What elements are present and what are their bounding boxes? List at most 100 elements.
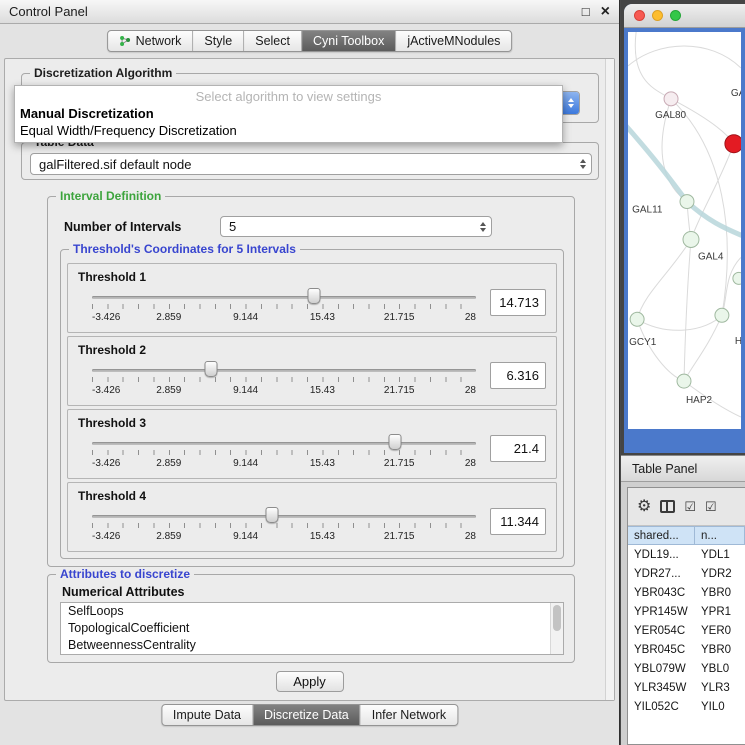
table-row[interactable]: YBR043CYBR0 xyxy=(628,583,745,602)
table-data-group: Table Data galFiltered.sif default node xyxy=(21,142,599,180)
threshold-value-field[interactable]: 14.713 xyxy=(490,289,546,316)
network-canvas[interactable]: GAL80 GA GAL11 GAL4 GCY1 HAP2 H xyxy=(628,32,741,429)
table-cell[interactable]: YBR0 xyxy=(695,587,745,599)
column-header-name[interactable]: n... xyxy=(695,526,745,545)
table-cell[interactable]: YDR27... xyxy=(628,568,695,580)
combo-stepper-icon[interactable] xyxy=(474,217,491,236)
cyni-toolbox-panel: Discretization Algorithm Select algorith… xyxy=(4,58,615,701)
close-icon[interactable]: × xyxy=(601,4,610,20)
slider-thumb[interactable] xyxy=(389,434,402,450)
table-cell[interactable]: YDR2 xyxy=(695,568,745,580)
list-item[interactable]: BetweennessCentrality xyxy=(61,637,563,654)
minimize-traffic-light-icon[interactable] xyxy=(652,10,663,21)
table-cell[interactable]: YBR045C xyxy=(628,644,695,656)
table-row[interactable]: YER054CYER0 xyxy=(628,621,745,640)
tab-style[interactable]: Style xyxy=(192,31,243,51)
tab-select[interactable]: Select xyxy=(243,31,301,51)
dropdown-option-equal-width-frequency[interactable]: Equal Width/Frequency Discretization xyxy=(15,122,562,139)
combo-stepper-icon[interactable] xyxy=(562,92,579,114)
list-scrollbar[interactable] xyxy=(550,603,563,654)
table-cell[interactable]: YPR1 xyxy=(695,606,745,618)
slider-thumb[interactable] xyxy=(307,288,320,304)
node-label: GAL80 xyxy=(655,110,686,121)
columns-icon[interactable] xyxy=(660,500,675,513)
network-node[interactable] xyxy=(664,92,678,106)
threshold-value-field[interactable]: 11.344 xyxy=(490,508,546,535)
close-traffic-light-icon[interactable] xyxy=(634,10,645,21)
table-row[interactable]: YDL19...YDL1 xyxy=(628,545,745,564)
table-cell[interactable]: YBL079W xyxy=(628,663,695,675)
table-cell[interactable]: YER0 xyxy=(695,625,745,637)
apply-button[interactable]: Apply xyxy=(276,671,344,692)
table-cell[interactable]: YDL19... xyxy=(628,549,695,561)
network-node[interactable] xyxy=(683,231,699,247)
threshold-slider[interactable]: -3.426 2.859 9.144 15.43 21.715 28 xyxy=(92,359,476,401)
threshold-slider[interactable]: -3.426 2.859 9.144 15.43 21.715 28 xyxy=(92,286,476,328)
slider-track[interactable] xyxy=(92,296,476,299)
list-item[interactable]: SelfLoops xyxy=(61,603,563,620)
tab-label: Discretize Data xyxy=(264,708,349,722)
table-row[interactable]: YIL052CYIL0 xyxy=(628,697,745,716)
checkbox-icon[interactable]: ☑ xyxy=(705,500,717,513)
table-cell[interactable]: YER054C xyxy=(628,625,695,637)
network-node[interactable] xyxy=(733,272,741,284)
gear-icon[interactable]: ⚙ xyxy=(637,499,651,515)
table-row[interactable]: YBL079WYBL0 xyxy=(628,659,745,678)
dropdown-option-manual-discretization[interactable]: Manual Discretization xyxy=(15,105,562,122)
zoom-traffic-light-icon[interactable] xyxy=(670,10,681,21)
slider-thumb[interactable] xyxy=(205,361,218,377)
column-header-shared-name[interactable]: shared... xyxy=(628,526,695,545)
network-node[interactable] xyxy=(630,312,644,326)
tick-label: 15.43 xyxy=(310,458,335,469)
table-cell[interactable]: YLR345W xyxy=(628,682,695,694)
number-of-intervals-label: Number of Intervals xyxy=(64,220,181,234)
thresholds-group: Threshold's Coordinates for 5 Intervals … xyxy=(60,249,564,559)
scrollbar-thumb[interactable] xyxy=(553,605,561,631)
tab-network[interactable]: Network xyxy=(108,31,193,51)
table-row[interactable]: YLR345WYLR3 xyxy=(628,678,745,697)
table-cell[interactable]: YIL052C xyxy=(628,701,695,713)
table-cell[interactable]: YBR0 xyxy=(695,644,745,656)
slider-track[interactable] xyxy=(92,515,476,518)
list-item[interactable]: TopologicalCoefficient xyxy=(61,620,563,637)
slider-thumb[interactable] xyxy=(266,507,279,523)
tick-label: 21.715 xyxy=(384,312,415,323)
tab-impute-data[interactable]: Impute Data xyxy=(162,705,252,725)
table-cell[interactable]: YDL1 xyxy=(695,549,745,561)
table-cell[interactable]: YIL0 xyxy=(695,701,745,713)
table-row[interactable]: YBR045CYBR0 xyxy=(628,640,745,659)
number-of-intervals-select[interactable]: 5 xyxy=(220,216,492,237)
threshold-slider[interactable]: -3.426 2.859 9.144 15.43 21.715 28 xyxy=(92,432,476,474)
network-node[interactable] xyxy=(715,308,729,322)
table-cell[interactable]: YPR145W xyxy=(628,606,695,618)
tab-infer-network[interactable]: Infer Network xyxy=(360,705,457,725)
slider-track[interactable] xyxy=(92,369,476,372)
group-label: Interval Definition xyxy=(56,189,165,203)
selected-node[interactable] xyxy=(725,135,741,153)
tick-label: 21.715 xyxy=(384,458,415,469)
table-cell[interactable]: YBL0 xyxy=(695,663,745,675)
tab-jactivemnodules[interactable]: jActiveMNodules xyxy=(395,31,511,51)
table-row[interactable]: YPR145WYPR1 xyxy=(628,602,745,621)
table-data-select[interactable]: galFiltered.sif default node xyxy=(30,153,592,175)
tab-cyni-toolbox[interactable]: Cyni Toolbox xyxy=(301,31,395,51)
table-data-selected-value: galFiltered.sif default node xyxy=(31,157,574,172)
combo-stepper-icon[interactable] xyxy=(574,154,591,174)
tab-discretize-data[interactable]: Discretize Data xyxy=(252,705,360,725)
tick-label: 2.859 xyxy=(156,458,181,469)
table-row[interactable]: YDR27...YDR2 xyxy=(628,564,745,583)
threshold-slider[interactable]: -3.426 2.859 9.144 15.43 21.715 28 xyxy=(92,505,476,547)
top-tab-strip: Network Style Select Cyni Toolbox jActiv… xyxy=(107,30,513,52)
panel-scrollbar[interactable] xyxy=(605,59,614,700)
table-cell[interactable]: YBR043C xyxy=(628,587,695,599)
numerical-attributes-list[interactable]: SelfLoops TopologicalCoefficient Between… xyxy=(60,602,564,655)
table-cell[interactable]: YLR3 xyxy=(695,682,745,694)
network-node[interactable] xyxy=(677,374,691,388)
checkbox-icon[interactable]: ☑ xyxy=(684,500,696,513)
threshold-value-field[interactable]: 21.4 xyxy=(490,435,546,462)
tick-label: -3.426 xyxy=(92,531,120,542)
slider-track[interactable] xyxy=(92,442,476,445)
threshold-value-field[interactable]: 6.316 xyxy=(490,362,546,389)
network-node[interactable] xyxy=(680,195,694,209)
float-window-icon[interactable]: □ xyxy=(582,5,590,18)
